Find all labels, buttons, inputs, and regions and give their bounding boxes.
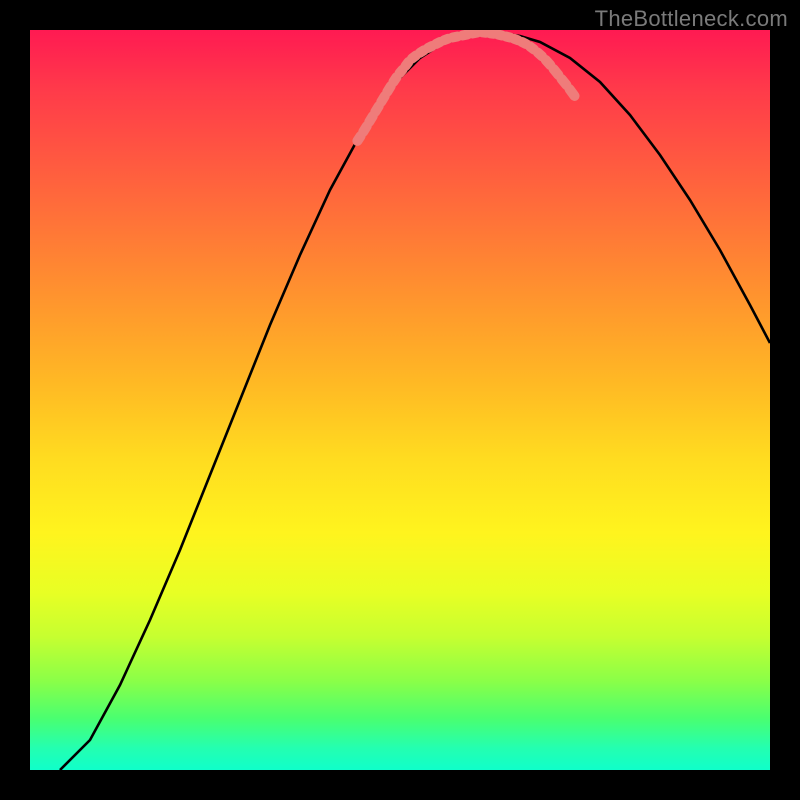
dotted-dash [428,46,432,48]
right-branch-curve [480,32,770,343]
dotted-dash [530,47,534,50]
dotted-dash [444,39,448,41]
dotted-dash [546,60,551,65]
dotted-dash [357,136,360,141]
dotted-dash [514,39,518,41]
dotted-dash [562,79,567,85]
dotted-dash [522,42,526,44]
left-branch-curve [60,32,480,770]
dotted-left-overlay [357,32,477,140]
chart-frame: TheBottleneck.com [0,0,800,800]
dotted-dash [363,126,366,132]
dotted-dash [538,53,542,57]
dotted-dash [375,106,378,112]
dotted-dash [393,77,396,82]
plot-area [30,30,770,770]
curve-layer [30,30,770,770]
dotted-dash [420,50,424,53]
dotted-dash [569,89,574,96]
dotted-dash [412,56,416,59]
dotted-right-overlay [482,32,575,96]
dotted-dash [452,36,457,37]
dotted-dash [462,34,467,35]
dotted-dash [436,42,440,44]
dotted-dash [472,32,477,33]
dotted-dash [554,69,559,75]
dotted-dash [369,116,372,122]
dotted-dash [381,96,384,102]
dotted-dash [406,62,409,66]
watermark-text: TheBottleneck.com [595,6,788,32]
dotted-dash [400,70,403,74]
dotted-dash [387,86,390,92]
